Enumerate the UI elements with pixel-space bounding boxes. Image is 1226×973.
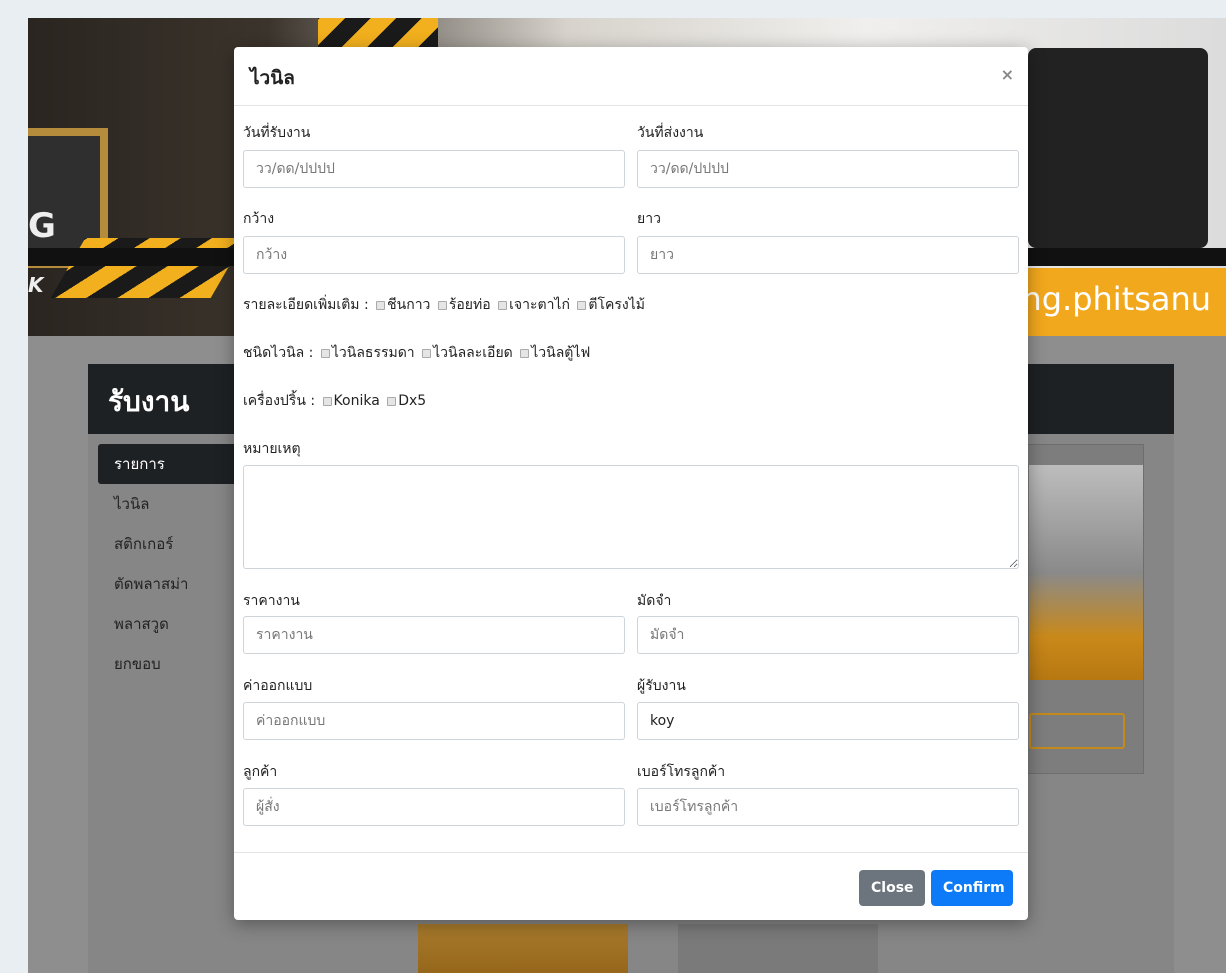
width-input[interactable]	[243, 236, 625, 274]
product-card-bottom-2	[678, 924, 878, 973]
banner-letter-k: K	[28, 273, 44, 297]
price-label: ราคางาน	[243, 593, 300, 609]
details-option-eyelet: เจาะตาไก่	[509, 297, 570, 313]
banner-stripe	[50, 238, 246, 298]
sidebar: รายการ ไวนิล สติกเกอร์ ตัดพลาสม่า พลาสวู…	[98, 444, 238, 684]
printer-checkbox-dx5[interactable]	[387, 396, 397, 406]
modal-title: ไวนิล	[250, 67, 295, 89]
note-textarea[interactable]	[243, 465, 1019, 569]
details-checkbox-pipe[interactable]	[437, 300, 447, 310]
printer-label: เครื่องปริ้น :	[243, 393, 316, 409]
note-label: หมายเหตุ	[243, 441, 301, 457]
banner-letter: G	[28, 206, 56, 246]
printer-row: เครื่องปริ้น : Konika Dx5	[243, 390, 426, 412]
sidebar-item-vinyl[interactable]: ไวนิล	[98, 484, 238, 524]
price-input[interactable]	[243, 616, 625, 654]
customer-phone-input[interactable]	[637, 788, 1019, 826]
product-card	[1018, 444, 1144, 774]
details-row: รายละเอียดเพิ่มเติม : ชีนกาว ร้อยท่อ เจา…	[243, 294, 645, 316]
length-label: ยาว	[637, 211, 661, 227]
vinyl-type-checkbox-fine[interactable]	[422, 348, 432, 358]
details-checkbox-eyelet[interactable]	[498, 300, 508, 310]
product-card-bottom	[418, 924, 628, 973]
send-date-label: วันที่ส่งงาน	[637, 125, 704, 141]
vinyl-type-checkbox-normal[interactable]	[320, 348, 330, 358]
sidebar-item-raised-edge[interactable]: ยกขอบ	[98, 644, 238, 684]
deposit-input[interactable]	[637, 616, 1019, 654]
banner-url-text: ting.phitsanu	[1000, 280, 1212, 318]
receive-date-input[interactable]	[243, 150, 625, 188]
send-date-input[interactable]	[637, 150, 1019, 188]
customer-input[interactable]	[243, 788, 625, 826]
sidebar-item-sticker[interactable]: สติกเกอร์	[98, 524, 238, 564]
printer-option-konika: Konika	[333, 393, 380, 409]
details-option-glue: ชีนกาว	[387, 297, 431, 313]
details-checkbox-glue[interactable]	[376, 300, 386, 310]
vinyl-type-row: ชนิดไวนิล : ไวนิลธรรมดา ไวนิลละเอียด ไวน…	[243, 342, 590, 364]
receiver-label: ผู้รับงาน	[637, 678, 686, 694]
details-checkbox-wood-frame[interactable]	[577, 300, 587, 310]
vinyl-type-checkbox-lightbox[interactable]	[520, 348, 530, 358]
sidebar-item-list[interactable]: รายการ	[98, 444, 238, 484]
modal-footer: Close Confirm	[234, 852, 1028, 920]
modal-body: วันที่รับงาน วันที่ส่งงาน กว้าง ยาว รายล…	[234, 107, 1028, 853]
design-fee-label: ค่าออกแบบ	[243, 678, 313, 694]
length-input[interactable]	[637, 236, 1019, 274]
printer-checkbox-konika[interactable]	[322, 396, 332, 406]
details-option-wood-frame: ตีโครงไม้	[588, 297, 646, 313]
vinyl-type-label: ชนิดไวนิล :	[243, 345, 314, 361]
receiver-input[interactable]	[637, 702, 1019, 740]
design-fee-input[interactable]	[243, 702, 625, 740]
product-select-button[interactable]	[1029, 713, 1125, 749]
deposit-label: มัดจำ	[637, 593, 672, 609]
vinyl-type-option-normal: ไวนิลธรรมดา	[331, 345, 415, 361]
confirm-button[interactable]: Confirm	[931, 870, 1013, 906]
sidebar-item-plasma-cut[interactable]: ตัดพลาสม่า	[98, 564, 238, 604]
close-button[interactable]: Close	[859, 870, 925, 906]
width-label: กว้าง	[243, 211, 275, 227]
banner-signage	[1028, 48, 1208, 248]
details-option-pipe: ร้อยท่อ	[448, 297, 491, 313]
sidebar-item-plaswood[interactable]: พลาสวูด	[98, 604, 238, 644]
vinyl-type-option-fine: ไวนิลละเอียด	[433, 345, 513, 361]
panel-title: รับงาน	[108, 385, 190, 418]
printer-option-dx5: Dx5	[398, 393, 427, 409]
modal-header: ไวนิล ×	[234, 47, 1028, 106]
details-label: รายละเอียดเพิ่มเติม :	[243, 297, 369, 313]
customer-label: ลูกค้า	[243, 764, 278, 780]
vinyl-modal: ไวนิล × วันที่รับงาน วันที่ส่งงาน กว้าง …	[234, 47, 1028, 920]
product-image	[1029, 465, 1143, 680]
vinyl-type-option-lightbox: ไวนิลตู้ไฟ	[531, 345, 591, 361]
receive-date-label: วันที่รับงาน	[243, 125, 311, 141]
close-icon[interactable]: ×	[1001, 65, 1014, 84]
customer-phone-label: เบอร์โทรลูกค้า	[637, 764, 726, 780]
